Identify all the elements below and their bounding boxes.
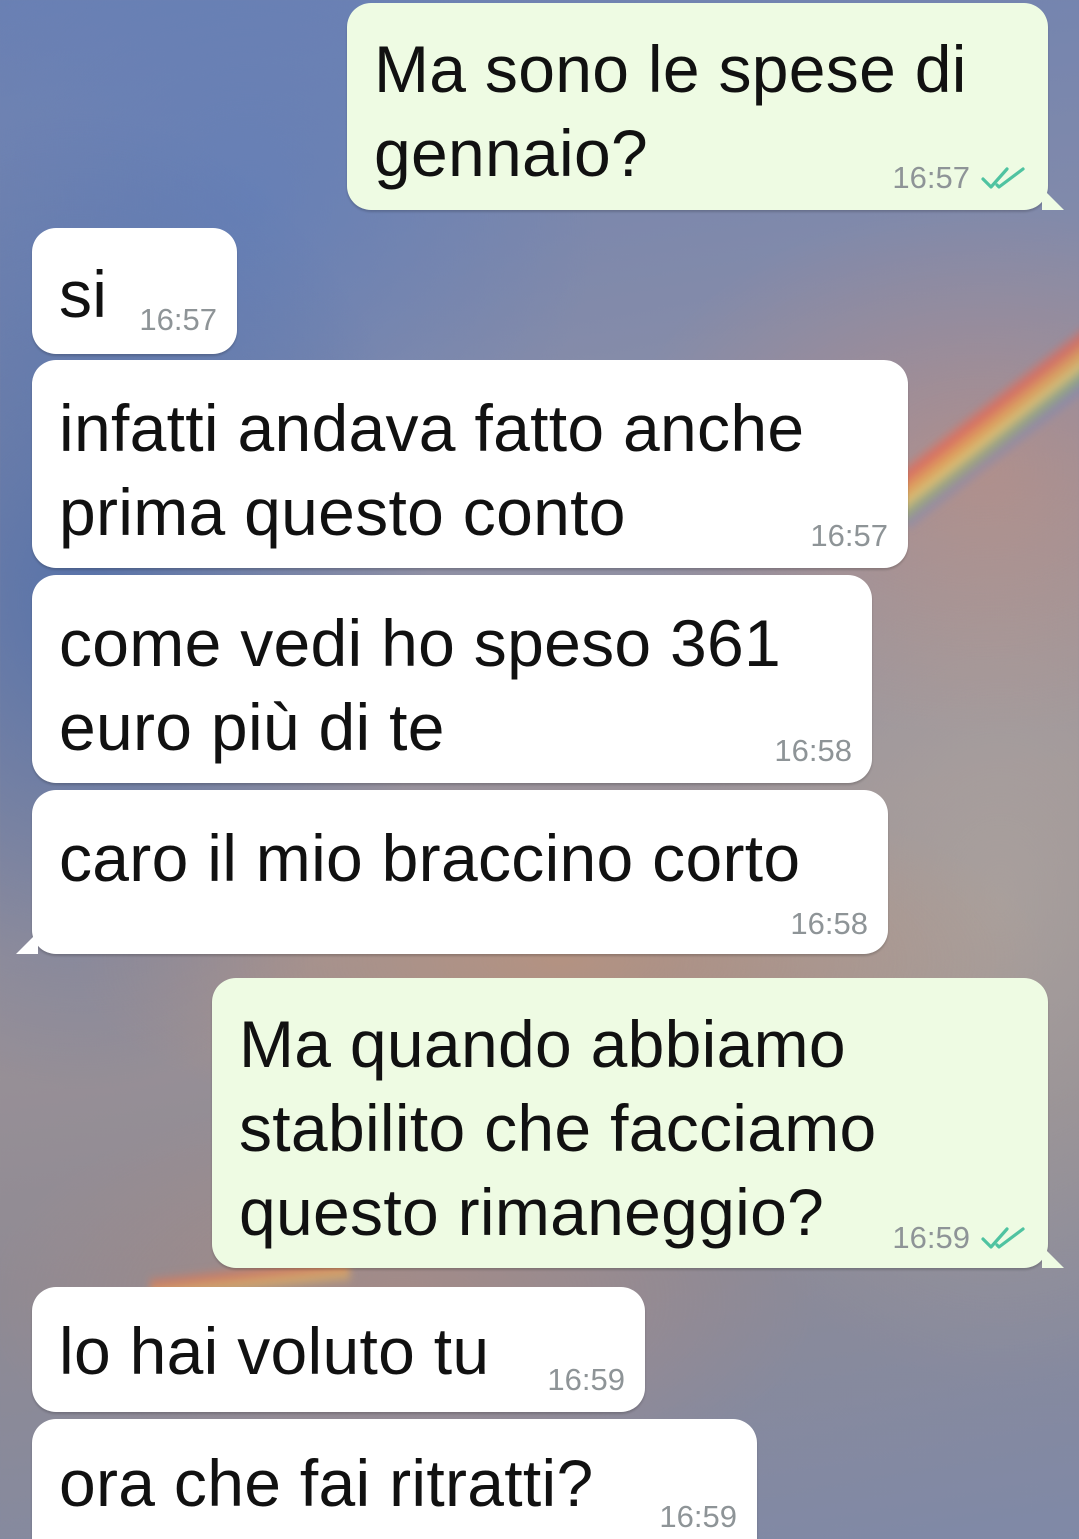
message-text: si xyxy=(59,257,108,331)
message-timestamp: 16:57 xyxy=(892,160,970,195)
message-text: lo hai voluto tu xyxy=(59,1314,490,1388)
message-text: Ma quando abbiamo stabilito che facciamo… xyxy=(239,1007,877,1249)
double-check-icon xyxy=(981,167,1025,189)
message-bubble-incoming[interactable]: ora che fai ritratti? 16:59 xyxy=(32,1419,757,1539)
message-bubble-outgoing[interactable]: Ma sono le spese di gennaio? 16:57 xyxy=(347,3,1064,210)
message-meta: 16:59 xyxy=(547,1362,625,1398)
message-timestamp: 16:59 xyxy=(892,1220,970,1255)
message-text: Ma sono le spese di gennaio? xyxy=(374,32,967,190)
message-text: ora che fai ritratti? xyxy=(59,1446,594,1520)
message-meta: 16:57 xyxy=(810,518,888,554)
message-meta: 16:58 xyxy=(774,733,852,769)
bubble-tail xyxy=(1042,1246,1064,1268)
message-timestamp: 16:59 xyxy=(659,1499,737,1534)
message-timestamp: 16:59 xyxy=(547,1362,625,1397)
message-meta: 16:59 xyxy=(892,1220,1028,1256)
chat-message-list[interactable]: Ma sono le spese di gennaio? 16:57 si 16… xyxy=(0,0,1079,1539)
message-text: come vedi ho speso 361 euro più di te xyxy=(59,606,782,764)
message-text: infatti andava fatto anche prima questo … xyxy=(59,391,805,549)
bubble-tail xyxy=(16,932,38,954)
message-timestamp: 16:57 xyxy=(810,518,888,553)
message-meta: 16:57 xyxy=(892,160,1028,196)
message-meta: 16:57 xyxy=(139,302,217,338)
message-bubble-incoming[interactable]: lo hai voluto tu 16:59 xyxy=(32,1287,645,1412)
message-meta: 16:58 xyxy=(790,906,868,942)
message-bubble-incoming[interactable]: caro il mio braccino corto 16:58 xyxy=(16,790,888,954)
message-timestamp: 16:58 xyxy=(774,733,852,768)
message-timestamp: 16:57 xyxy=(139,302,217,337)
message-text: caro il mio braccino corto xyxy=(59,821,801,895)
message-meta: 16:59 xyxy=(659,1499,737,1535)
message-bubble-incoming[interactable]: infatti andava fatto anche prima questo … xyxy=(32,360,908,568)
message-bubble-incoming[interactable]: si 16:57 xyxy=(32,228,237,354)
message-timestamp: 16:58 xyxy=(790,906,868,941)
message-bubble-incoming[interactable]: come vedi ho speso 361 euro più di te 16… xyxy=(32,575,872,783)
double-check-icon xyxy=(981,1227,1025,1249)
message-bubble-outgoing[interactable]: Ma quando abbiamo stabilito che facciamo… xyxy=(212,978,1064,1268)
bubble-tail xyxy=(1042,188,1064,210)
